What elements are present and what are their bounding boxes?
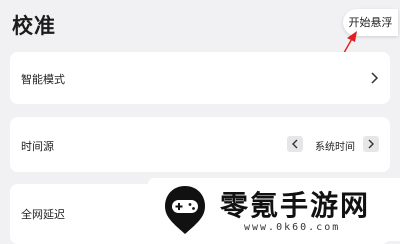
watermark-brand: 零氪手游网 bbox=[220, 189, 371, 222]
time-source-label: 时间源 bbox=[21, 140, 54, 153]
watermark-url: www.0k60.com bbox=[244, 222, 341, 233]
time-source-prev-button[interactable] bbox=[287, 136, 303, 152]
watermark: 零氪手游网 www.0k60.com bbox=[148, 178, 400, 241]
smart-mode-label: 智能模式 bbox=[21, 73, 65, 86]
smart-mode-row[interactable]: 智能模式 bbox=[10, 52, 390, 104]
network-latency-label: 全网延迟 bbox=[21, 208, 65, 221]
page-title: 校准 bbox=[12, 14, 56, 38]
time-source-value: 系统时间 bbox=[315, 142, 355, 153]
chevron-right-icon bbox=[371, 72, 379, 84]
time-source-row: 时间源 系统时间 bbox=[10, 117, 390, 172]
header: 校准 开始悬浮 bbox=[0, 0, 400, 48]
time-source-next-button[interactable] bbox=[363, 136, 379, 152]
start-float-button[interactable]: 开始悬浮 bbox=[343, 9, 398, 36]
gamepad-logo-icon bbox=[165, 186, 205, 234]
chevron-right-icon bbox=[368, 139, 374, 149]
chevron-left-icon bbox=[292, 139, 298, 149]
